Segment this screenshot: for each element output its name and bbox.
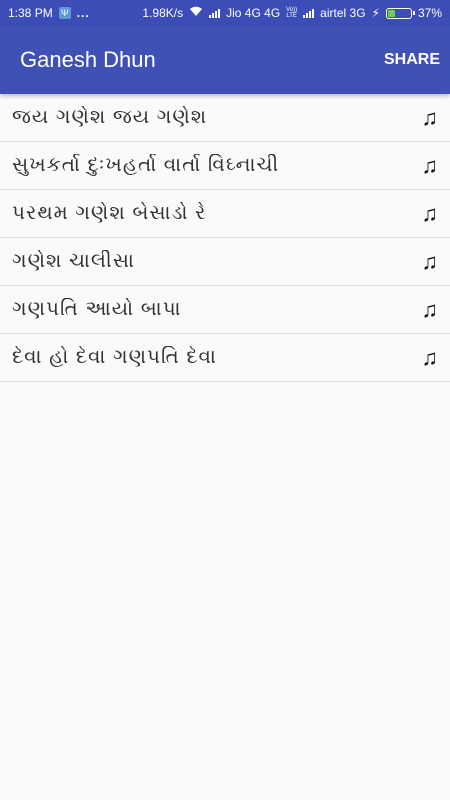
list-item[interactable]: ગણપતિ આયો બાપા ♫	[0, 286, 450, 334]
share-button[interactable]: SHARE	[384, 43, 440, 77]
network-speed: 1.98K/s	[142, 6, 184, 20]
song-title: દેવા હો દેવા ગણપતિ દેવા	[12, 346, 217, 368]
list-item[interactable]: ગણેશ ચાલીસા ♫	[0, 238, 450, 286]
status-right: 1.98K/s Jio 4G 4G Vo)) LTE airtel 3G ⚡ 3…	[142, 6, 442, 20]
song-title: ગણેશ ચાલીસા	[12, 250, 135, 272]
volte-icon: Vo)) LTE	[286, 7, 297, 19]
wifi-icon	[189, 6, 203, 20]
song-list: જય ગણેશ જય ગણેશ ♫ સુખકર્તા દુઃખહર્તા વાર્ત…	[0, 94, 450, 382]
status-time: 1:38 PM	[8, 6, 53, 20]
battery-percent: 37%	[417, 6, 442, 20]
charging-icon: ⚡	[371, 6, 380, 20]
carrier-2: airtel 3G	[320, 6, 366, 20]
battery-icon	[385, 7, 415, 19]
song-title: પરથમ ગણેશ બેસાડો રે	[12, 202, 207, 224]
music-note-icon: ♫	[421, 344, 439, 370]
signal-icon-2	[303, 8, 315, 18]
song-title: જય ગણેશ જય ગણેશ	[12, 106, 208, 128]
more-notifications-icon: ...	[76, 6, 90, 20]
carrier-1: Jio 4G 4G	[226, 6, 281, 20]
status-left: 1:38 PM Ψ ...	[8, 6, 90, 20]
list-item[interactable]: દેવા હો દેવા ગણપતિ દેવા ♫	[0, 334, 450, 382]
list-item[interactable]: સુખકર્તા દુઃખહર્તા વાર્તા વિઘ્નાચી ♫	[0, 142, 450, 190]
volte-line2: LTE	[286, 13, 297, 19]
music-note-icon: ♫	[421, 296, 439, 322]
app-title: Ganesh Dhun	[20, 47, 156, 72]
signal-icon-1	[209, 8, 221, 18]
song-title: ગણપતિ આયો બાપા	[12, 298, 182, 320]
music-note-icon: ♫	[421, 200, 439, 226]
song-title: સુખકર્તા દુઃખહર્તા વાર્તા વિઘ્નાચી	[12, 154, 280, 176]
usb-icon: Ψ	[58, 7, 71, 19]
list-item[interactable]: જય ગણેશ જય ગણેશ ♫	[0, 94, 450, 142]
music-note-icon: ♫	[421, 152, 439, 178]
battery-fill	[387, 9, 395, 17]
app-bar: Ganesh Dhun SHARE	[0, 26, 450, 94]
status-bar: 1:38 PM Ψ ... 1.98K/s Jio 4G 4G Vo)) LTE…	[0, 0, 450, 26]
music-note-icon: ♫	[421, 104, 439, 130]
list-item[interactable]: પરથમ ગણેશ બેસાડો રે ♫	[0, 190, 450, 238]
music-note-icon: ♫	[421, 248, 439, 274]
